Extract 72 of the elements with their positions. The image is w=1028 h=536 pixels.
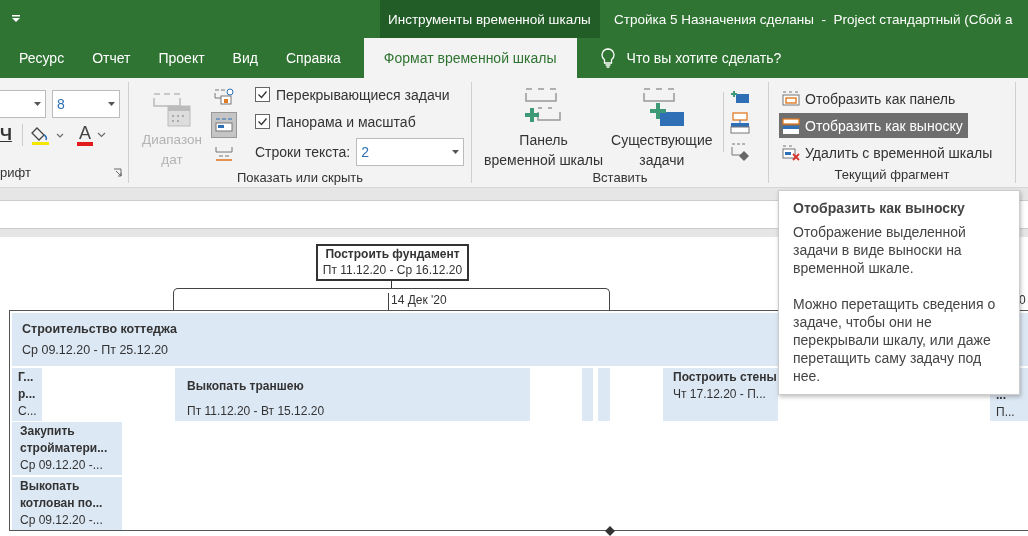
underline-button[interactable]: Ч <box>0 125 14 145</box>
task-title: Строительство коттеджа <box>22 322 178 336</box>
task-bar[interactable]: Построить стены Чт 17.12.20 - П... <box>663 368 778 421</box>
task-dates: Пт 11.12.20 - Вт 15.12.20 <box>187 403 325 420</box>
group-label: Показать или скрыть <box>236 170 364 185</box>
ribbon-tab[interactable]: Вид <box>219 38 271 78</box>
window-title: Стройка 5 Назначения сделаны - Project стандартный (Сбой а <box>614 11 1013 27</box>
task-bar[interactable]: Выкопать котлован по... Ср 09.12.20 -... <box>12 477 122 530</box>
caret-icon[interactable] <box>97 132 106 138</box>
context-tab-group: Инструменты временной шкалы <box>380 0 600 38</box>
calendar-range-icon <box>150 90 194 130</box>
task-dates: Ср 09.12.20 -... <box>20 457 103 474</box>
font-color-button[interactable]: A <box>77 124 93 146</box>
checkbox[interactable]: Перекрывающиеся задачи <box>255 84 465 105</box>
task-title: Закупить стройматери... <box>20 423 109 457</box>
checkmark-icon <box>256 88 269 101</box>
text-lines-combo[interactable]: 2 <box>356 138 465 166</box>
task-title: ... <box>996 387 1006 404</box>
ribbon-tab[interactable]: Проект <box>145 38 218 78</box>
task-bar[interactable]: Закупить стройматери... Ср 09.12.20 -... <box>12 422 122 475</box>
dialog-launcher-icon[interactable] <box>113 167 122 177</box>
quick-access-icon[interactable] <box>11 14 21 24</box>
layout-button[interactable] <box>211 112 237 138</box>
timescale-label: 14 Дек '20 <box>391 293 447 307</box>
dropdown-caret-icon <box>34 102 41 106</box>
text-lines-label: Строки текста: <box>255 144 351 160</box>
checkbox[interactable]: Панорама и масштаб <box>255 111 465 132</box>
task-dates: Ср 09.12.20 -... <box>20 512 103 529</box>
tooltip-text: Отображение выделенной задачи в виде выноски на временной шкале. <box>793 223 967 277</box>
display-option-button[interactable]: Удалить с временной шкалы <box>779 140 998 165</box>
task-dates: Ср 09.12.20 - Пт 25.12.20 <box>22 343 169 357</box>
group-label: рифт <box>0 164 31 180</box>
timeline-layout-icon <box>213 116 235 134</box>
task-title: Построить стены <box>673 369 777 386</box>
callout-dates: Пт 11.12.20 - Ср 16.12.20 <box>322 262 463 278</box>
task-bar[interactable]: Выкопать траншею Пт 11.12.20 - Вт 15.12.20 <box>175 368 530 421</box>
display-option-button[interactable]: Отобразить как панель <box>779 86 961 111</box>
display-option-button[interactable]: Отобразить как выноску <box>779 113 968 138</box>
task-title: Г... р... <box>18 369 37 403</box>
timeline-bar-icon <box>781 116 801 135</box>
task-title: Выкопать траншею <box>187 378 304 395</box>
add-callout-icon[interactable] <box>729 112 750 134</box>
task-title: Выкопать котлован по... <box>20 478 104 512</box>
ribbon-tab[interactable]: Отчет <box>79 38 144 78</box>
callout-title: Построить фундамент <box>325 246 460 262</box>
task-callout[interactable]: Построить фундамент Пт 11.12.20 - Ср 16.12.20 <box>316 244 469 281</box>
add-task-icon[interactable] <box>729 90 750 104</box>
ribbon-tab[interactable]: Ресурс <box>6 38 78 78</box>
checkmark-icon <box>256 115 269 128</box>
timeline-layout-icon <box>213 144 235 162</box>
lightbulb-icon <box>600 48 615 68</box>
group-label: Вставить <box>592 170 648 185</box>
tooltip-title: Отобразить как выноску <box>793 199 966 217</box>
font-size-combo[interactable]: 8 <box>52 90 120 118</box>
timeline-bar-icon <box>781 143 801 162</box>
task-bar[interactable]: Г... р... С... <box>12 368 42 421</box>
task-dates: С... <box>18 403 37 420</box>
ribbon-tab[interactable]: Формат временной шкалы <box>363 38 577 78</box>
milestone-diamond-icon <box>605 526 615 536</box>
task-dates: Чт 17.12.20 - П... <box>673 386 766 403</box>
insert-button[interactable]: Существующие задачи <box>607 82 717 170</box>
timescale-label: 0 <box>1019 293 1026 307</box>
add-milestone-icon[interactable] <box>729 142 750 162</box>
timeline-layout-icon <box>213 88 235 106</box>
dropdown-caret-icon <box>452 150 460 154</box>
ribbon-tab[interactable]: Справка <box>272 38 354 78</box>
insert-button[interactable]: Панель временной шкалы <box>480 82 608 170</box>
dropdown-caret-icon <box>108 102 115 106</box>
task-dates: П... <box>996 404 1015 421</box>
group-label: Текущий фрагмент <box>834 166 950 182</box>
tell-me-field[interactable]: Что вы хотите сделать? <box>624 38 849 78</box>
timeline-bar-icon <box>781 89 801 108</box>
